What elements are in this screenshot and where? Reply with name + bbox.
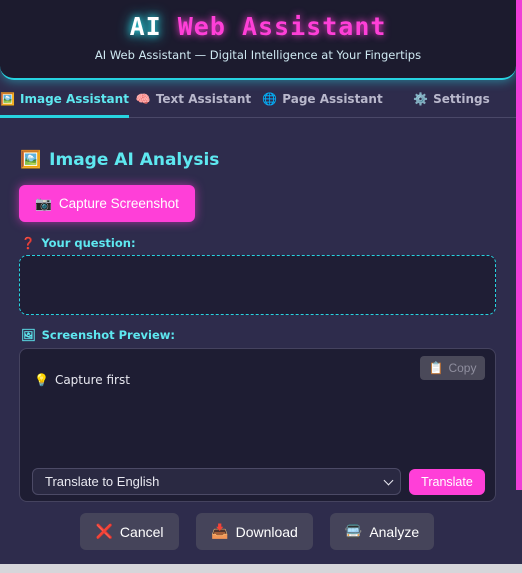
- tab-text-assistant[interactable]: 🧠 Text Assistant: [129, 80, 258, 117]
- preview-hint: 💡 Capture first: [34, 373, 130, 387]
- translate-button[interactable]: Translate: [409, 469, 485, 495]
- copy-button-label: Copy: [448, 361, 477, 375]
- cancel-button[interactable]: ❌ Cancel: [80, 513, 179, 550]
- capture-button-label: Capture Screenshot: [58, 196, 179, 211]
- section-title-text: Image AI Analysis: [49, 150, 220, 170]
- globe-icon: 🌐: [262, 91, 278, 106]
- tab-image-assistant[interactable]: 🖼️ Image Assistant: [0, 80, 129, 118]
- scrollbar-thumb[interactable]: [516, 0, 522, 490]
- close-icon: ❌: [95, 523, 113, 539]
- analyze-button[interactable]: 🚍 Analyze: [330, 513, 434, 550]
- app-header: AI Web Assistant AI Web Assistant — Digi…: [0, 0, 516, 80]
- tab-label: Page Assistant: [282, 91, 383, 106]
- preview-label: 🖼 Screenshot Preview:: [21, 328, 175, 342]
- tab-label: Settings: [433, 91, 490, 106]
- select-value: Translate to English: [45, 474, 160, 489]
- question-mark-icon: ❓: [21, 236, 36, 250]
- chevron-down-icon: [383, 475, 394, 486]
- download-icon: 📥: [211, 523, 229, 539]
- app-title-ai: AI: [129, 12, 162, 41]
- picture-icon: 🖼️: [20, 150, 42, 170]
- tab-page-assistant[interactable]: 🌐 Page Assistant: [258, 80, 387, 117]
- tab-bar: 🖼️ Image Assistant 🧠 Text Assistant 🌐 Pa…: [0, 80, 516, 118]
- download-button-label: Download: [235, 523, 298, 540]
- frame-icon: 🖼: [21, 328, 36, 342]
- app-title-web-assistant: Web Assistant: [177, 12, 387, 41]
- question-label: ❓ Your question:: [21, 236, 136, 250]
- app-title: AI Web Assistant: [0, 12, 516, 41]
- app-subtitle: AI Web Assistant — Digital Intelligence …: [94, 48, 422, 62]
- bus-icon: 🚍: [344, 523, 363, 539]
- brain-icon: 🧠: [135, 91, 151, 106]
- clipboard-icon: 📋: [428, 361, 444, 375]
- capture-screenshot-button[interactable]: 📷 Capture Screenshot: [19, 185, 195, 222]
- download-button[interactable]: 📥 Download: [196, 513, 313, 550]
- scrollbar-track[interactable]: [516, 490, 522, 573]
- hint-text: Capture first: [54, 373, 130, 387]
- screenshot-preview: 📋 Copy 💡 Capture first Translate to Engl…: [19, 348, 496, 502]
- tab-label: Text Assistant: [155, 91, 252, 106]
- section-title: 🖼️ Image AI Analysis: [20, 150, 219, 170]
- tab-settings[interactable]: ⚙️ Settings: [387, 80, 516, 117]
- question-label-text: Your question:: [41, 236, 136, 250]
- tab-label: Image Assistant: [20, 91, 129, 106]
- lightbulb-icon: 💡: [34, 373, 49, 387]
- preview-label-text: Screenshot Preview:: [41, 328, 175, 342]
- analyze-button-label: Analyze: [369, 523, 420, 540]
- copy-button[interactable]: 📋 Copy: [420, 356, 485, 380]
- question-input[interactable]: [19, 255, 496, 315]
- translate-language-select[interactable]: Translate to English: [32, 468, 401, 495]
- cancel-button-label: Cancel: [119, 523, 164, 540]
- gear-icon: ⚙️: [413, 91, 429, 106]
- image-icon: 🖼️: [0, 91, 16, 106]
- footer-bar: [0, 564, 522, 573]
- camera-icon: 📷: [35, 195, 52, 211]
